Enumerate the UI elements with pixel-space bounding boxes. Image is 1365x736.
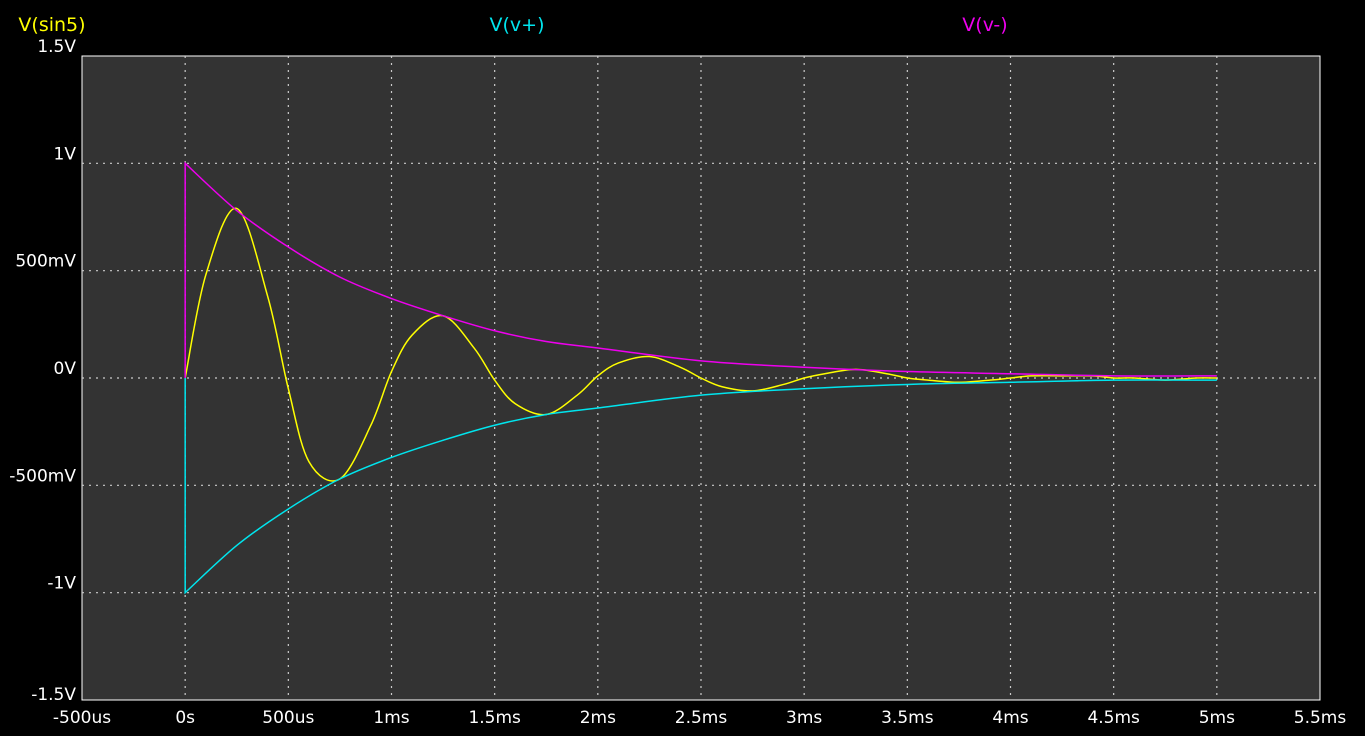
x-tick-label: 5.5ms [1294,708,1347,728]
x-axis-ticks: -500us 0s 500us 1ms 1.5ms 2ms 2.5ms 3ms 3.5ms 4ms… [53,708,1346,728]
trace-legend: V(sin5) V(v+) V(v-) [18,14,1007,36]
x-tick-label: 4.5ms [1087,708,1140,728]
y-tick-label: -500mV [9,466,76,486]
x-tick-label: 2.5ms [675,708,728,728]
x-tick-label: 3.5ms [881,708,934,728]
y-axis-ticks: 1.5V 1V 500mV 0V -500mV -1V -1.5V [9,37,76,705]
y-tick-label: 1V [54,144,77,164]
x-tick-label: -500us [53,708,111,728]
x-tick-label: 1.5ms [468,708,521,728]
trace-label[interactable]: V(sin5) [18,14,85,36]
x-tick-label: 3ms [786,708,822,728]
y-tick-label: -1V [47,574,76,594]
trace-label[interactable]: V(v-) [962,14,1007,36]
x-tick-label: 1ms [373,708,409,728]
x-tick-label: 5ms [1199,708,1235,728]
waveform-plot: -500us 0s 500us 1ms 1.5ms 2ms 2.5ms 3ms 3.5ms 4ms… [9,14,1346,728]
x-tick-label: 500us [262,708,314,728]
x-tick-label: 0s [175,708,195,728]
y-tick-label: 0V [54,359,77,379]
y-tick-label: 500mV [15,252,76,272]
y-tick-label: -1.5V [31,685,76,705]
y-tick-label: 1.5V [37,37,76,57]
x-tick-label: 4ms [992,708,1028,728]
trace-label[interactable]: V(v+) [490,14,545,36]
x-tick-label: 2ms [580,708,616,728]
